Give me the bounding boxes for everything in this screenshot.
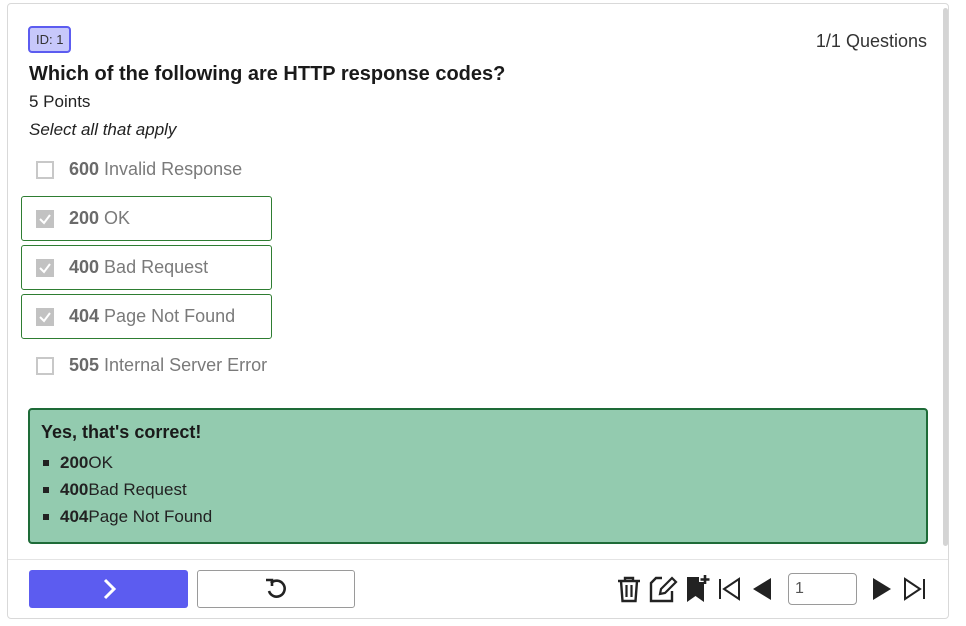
- option-404[interactable]: 404 Page Not Found: [21, 294, 272, 339]
- delete-button[interactable]: [613, 573, 645, 605]
- feedback-box: Yes, that's correct! 200 OK 400 Bad Requ…: [28, 408, 928, 544]
- option-desc: Invalid Response: [99, 159, 243, 179]
- option-label: 600 Invalid Response: [69, 159, 242, 180]
- option-desc: Page Not Found: [99, 306, 236, 326]
- option-desc: Internal Server Error: [99, 355, 268, 375]
- feedback-code: 404: [60, 507, 89, 526]
- checkbox[interactable]: [36, 209, 54, 228]
- page-number-input[interactable]: [788, 573, 857, 605]
- instruction-text: Select all that apply: [29, 120, 177, 139]
- chevron-right-icon: [103, 578, 116, 600]
- footer-divider: [8, 559, 948, 560]
- bookmark-add-icon: [687, 575, 710, 602]
- points-label: 5 Points: [29, 92, 91, 111]
- first-page-icon: [719, 577, 740, 601]
- option-code: 400: [69, 257, 100, 277]
- bullet-icon: [43, 459, 49, 466]
- next-page-icon: [873, 578, 891, 600]
- question-counter: 1/1 Questions: [815, 31, 927, 51]
- bullet-icon: [43, 513, 49, 520]
- option-desc: OK: [99, 208, 131, 228]
- feedback-desc: Bad Request: [88, 480, 187, 499]
- edit-icon: [649, 576, 678, 603]
- option-label: 404 Page Not Found: [69, 306, 235, 327]
- last-page-button[interactable]: [898, 573, 930, 605]
- scrollbar[interactable]: [943, 8, 948, 546]
- question-text: Which of the following are HTTP response…: [29, 63, 506, 85]
- feedback-code: 400: [60, 480, 89, 499]
- checkbox[interactable]: [36, 160, 54, 179]
- check-icon: [39, 262, 51, 274]
- option-code: 404: [69, 306, 100, 326]
- option-code: 600: [69, 159, 100, 179]
- checkbox[interactable]: [36, 258, 54, 277]
- prev-page-icon: [753, 578, 771, 600]
- prev-page-button[interactable]: [746, 573, 778, 605]
- option-code: 200: [69, 208, 100, 228]
- feedback-desc: OK: [88, 453, 113, 472]
- first-page-button[interactable]: [714, 573, 746, 605]
- id-badge: ID: 1: [28, 26, 72, 53]
- feedback-code: 200: [60, 453, 89, 472]
- question-panel: ID: 1 1/1 Questions Which of the followi…: [7, 3, 949, 619]
- undo-icon: [266, 578, 286, 598]
- checkbox[interactable]: [36, 307, 54, 326]
- next-button[interactable]: [29, 570, 188, 608]
- trash-icon: [618, 576, 640, 603]
- feedback-list: 200 OK 400 Bad Request 404 Page Not Foun…: [41, 449, 915, 530]
- option-code: 505: [69, 355, 100, 375]
- option-desc: Bad Request: [99, 257, 209, 277]
- check-icon: [39, 213, 51, 225]
- next-page-button[interactable]: [866, 573, 898, 605]
- feedback-title: Yes, that's correct!: [41, 422, 202, 442]
- reset-button[interactable]: [197, 570, 355, 608]
- option-505[interactable]: 505 Internal Server Error: [21, 343, 272, 388]
- feedback-desc: Page Not Found: [88, 507, 213, 526]
- last-page-icon: [904, 577, 925, 601]
- option-label: 505 Internal Server Error: [69, 355, 267, 376]
- option-label: 200 OK: [69, 208, 130, 229]
- bullet-icon: [43, 486, 49, 493]
- checkbox[interactable]: [36, 356, 54, 375]
- edit-button[interactable]: [647, 573, 679, 605]
- feedback-item: 200 OK: [41, 449, 915, 476]
- feedback-item: 404 Page Not Found: [41, 503, 915, 530]
- option-600[interactable]: 600 Invalid Response: [21, 147, 272, 192]
- option-400[interactable]: 400 Bad Request: [21, 245, 272, 290]
- option-label: 400 Bad Request: [69, 257, 208, 278]
- feedback-item: 400 Bad Request: [41, 476, 915, 503]
- check-icon: [39, 311, 51, 323]
- bookmark-button[interactable]: [681, 573, 713, 605]
- option-200[interactable]: 200 OK: [21, 196, 272, 241]
